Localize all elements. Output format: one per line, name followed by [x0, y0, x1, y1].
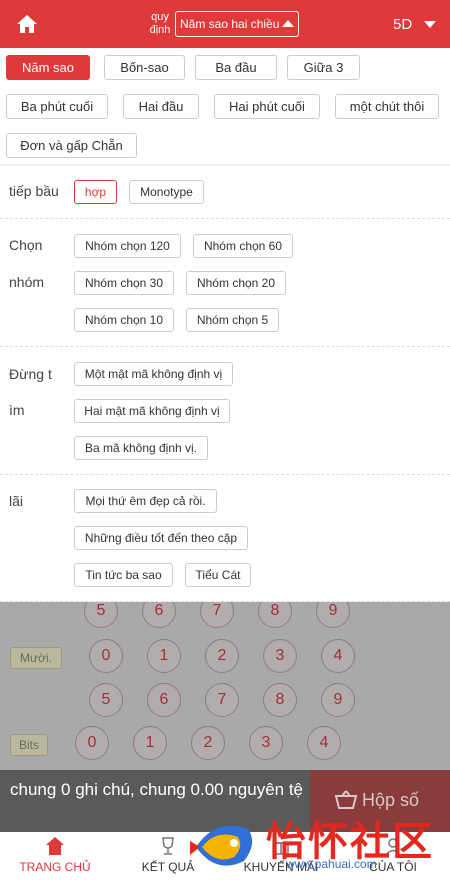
stop-label-cont: ìm — [9, 402, 25, 418]
top-header: quy định Năm sao hai chiều 5D — [0, 0, 450, 48]
option-two-code[interactable]: Hai mật mã không định vị — [74, 399, 230, 423]
ball[interactable]: 1 — [133, 726, 167, 760]
tab-ba-dau[interactable]: Ba đầu — [195, 55, 277, 80]
option-monotype[interactable]: Monotype — [129, 180, 204, 204]
option-good-pairs[interactable]: Những điều tốt đến theo cặp — [74, 526, 248, 550]
ball[interactable]: 0 — [89, 639, 123, 673]
option-panel: tiếp bầu hợp Monotype Chọn nhóm Nhóm chọ… — [0, 166, 450, 602]
bet-summary-text: chung 0 ghi chú, chung 0.00 nguyên tệ — [10, 780, 304, 799]
ball[interactable]: 4 — [321, 639, 355, 673]
ball[interactable]: 2 — [205, 639, 239, 673]
watermark: 怡怀社区 www.pahuai.com — [186, 807, 450, 880]
rule-select-value: Năm sao hai chiều — [180, 17, 280, 31]
option-all-good[interactable]: Mọi thứ êm đẹp cả rồi. — [74, 489, 217, 513]
ball[interactable]: 3 — [249, 726, 283, 760]
profit-label: lãi — [9, 493, 24, 509]
row-tag-units: Bits — [10, 734, 48, 756]
home-icon — [46, 837, 64, 855]
ball[interactable]: 8 — [258, 602, 292, 628]
game-select[interactable]: 5D — [393, 16, 412, 33]
option-one-code[interactable]: Một mật mã không định vị — [74, 362, 233, 386]
group-label: Chọn — [9, 237, 43, 253]
ball[interactable]: 6 — [147, 683, 181, 717]
row-tag-tens: Mười. — [10, 647, 62, 669]
option-group-60[interactable]: Nhóm chọn 60 — [193, 234, 293, 258]
ball[interactable]: 6 — [142, 602, 176, 628]
option-group-30[interactable]: Nhóm chọn 30 — [74, 271, 174, 295]
tab-ba-phut-cuoi[interactable]: Ba phút cuối — [6, 94, 108, 119]
tab-don-va-gap-chan[interactable]: Đơn và gấp Chẵn — [6, 133, 137, 158]
divider — [0, 474, 450, 475]
divider — [0, 218, 450, 219]
ball[interactable]: 3 — [263, 639, 297, 673]
watermark-url: www.pahuai.com — [286, 857, 377, 871]
ball-selection-area: 5 6 7 8 9 Mười. 0 1 2 3 4 5 6 7 8 9 Bits… — [0, 602, 450, 770]
ball[interactable]: 4 — [307, 726, 341, 760]
rule-select[interactable]: Năm sao hai chiều — [175, 11, 299, 37]
caret-down-icon[interactable] — [424, 21, 436, 28]
ball[interactable]: 7 — [200, 602, 234, 628]
tab-bon-sao[interactable]: Bốn-sao — [104, 55, 185, 80]
tab-nam-sao[interactable]: Năm sao — [6, 55, 90, 80]
nav-home[interactable]: TRANG CHỦ — [10, 832, 100, 880]
option-three-code[interactable]: Ba mã không định vị. — [74, 436, 208, 460]
trophy-icon — [162, 837, 174, 855]
group-label-cont: nhóm — [9, 274, 45, 290]
nav-home-label: TRANG CHỦ — [19, 860, 91, 874]
ball[interactable]: 1 — [147, 639, 181, 673]
option-hop[interactable]: hợp — [74, 180, 117, 204]
tab-giua-3[interactable]: Giữa 3 — [287, 55, 360, 80]
ball[interactable]: 9 — [321, 683, 355, 717]
option-group-20[interactable]: Nhóm chọn 20 — [186, 271, 286, 295]
tab-mot-chut-thoi[interactable]: một chút thôi — [335, 94, 439, 119]
caret-up-icon — [282, 20, 294, 27]
option-group-120[interactable]: Nhóm chọn 120 — [74, 234, 181, 258]
fish-logo-icon — [190, 825, 253, 866]
option-tieu-cat[interactable]: Tiểu Cát — [185, 563, 251, 587]
option-three-star-news[interactable]: Tin tức ba sao — [74, 563, 173, 587]
option-group-5[interactable]: Nhóm chọn 5 — [186, 308, 279, 332]
stop-label: Đừng t — [9, 366, 52, 382]
tab-hai-phut-cuoi[interactable]: Hai phút cuối — [214, 94, 320, 119]
start-label: tiếp bầu — [9, 183, 59, 199]
ball[interactable]: 9 — [316, 602, 350, 628]
ball[interactable]: 5 — [84, 602, 118, 628]
play-type-tabs: Năm sao Bốn-sao Ba đầu Giữa 3 Ba phút cu… — [0, 48, 450, 164]
ball[interactable]: 2 — [191, 726, 225, 760]
tab-hai-dau[interactable]: Hai đầu — [123, 94, 199, 119]
divider — [0, 346, 450, 347]
ball[interactable]: 8 — [263, 683, 297, 717]
option-group-10[interactable]: Nhóm chọn 10 — [74, 308, 174, 332]
ball[interactable]: 7 — [205, 683, 239, 717]
ball[interactable]: 0 — [75, 726, 109, 760]
ball[interactable]: 5 — [89, 683, 123, 717]
rule-label: quy định — [149, 11, 171, 36]
home-icon[interactable] — [16, 14, 38, 34]
